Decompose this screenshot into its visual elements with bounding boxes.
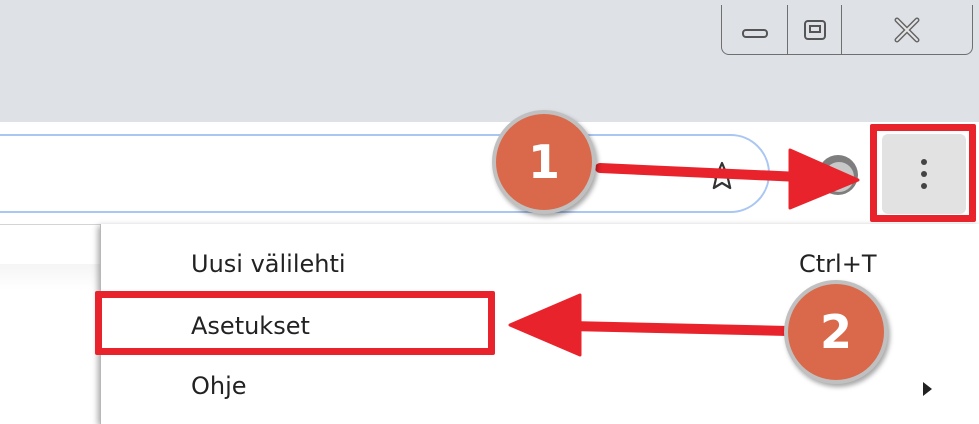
avatar-icon[interactable]: [818, 155, 858, 195]
restore-icon: [803, 19, 826, 40]
star-icon[interactable]: [706, 160, 738, 192]
window-controls: [721, 5, 973, 55]
minimize-button[interactable]: [722, 5, 788, 54]
submenu-arrow-icon: [923, 382, 932, 396]
minimize-icon: [741, 28, 768, 38]
close-icon: [894, 17, 920, 42]
menu-item-shortcut: Ctrl+T: [799, 250, 877, 278]
menu-item-label: Ohje: [191, 372, 247, 400]
step-badge-2: 2: [784, 280, 888, 384]
step-badge-1: 1: [492, 110, 596, 214]
page-divider: [0, 264, 100, 290]
highlight-menu-button: [870, 124, 976, 222]
maximize-button[interactable]: [788, 5, 842, 54]
address-bar[interactable]: [0, 134, 770, 213]
menu-item-label: Uusi välilehti: [191, 250, 346, 278]
close-button[interactable]: [842, 5, 972, 54]
highlight-settings: [95, 291, 495, 355]
